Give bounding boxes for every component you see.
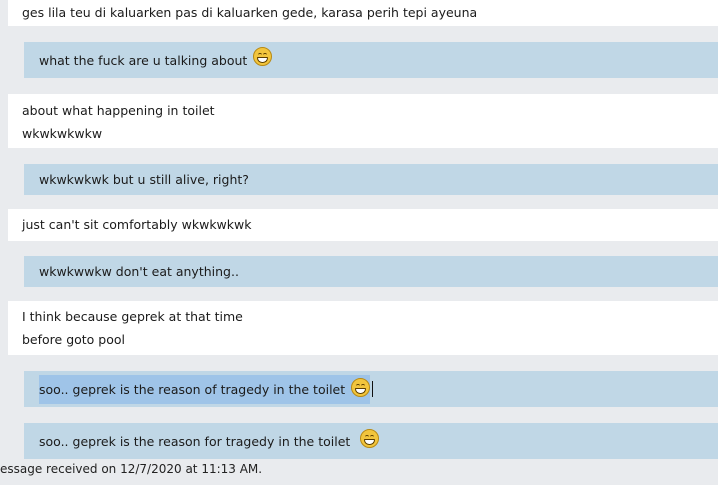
message-text: just can't sit comfortably wkwkwkwk (22, 217, 252, 232)
message-status: essage received on 12/7/2020 at 11:13 AM… (0, 462, 263, 476)
selected-text[interactable]: soo.. geprek is the reason of tragedy in… (39, 374, 371, 404)
message-text: ges lila teu di kaluarken pas di kaluark… (22, 5, 478, 20)
grin-emoji-icon (360, 428, 380, 448)
message-text: soo.. geprek is the reason for tragedy i… (39, 433, 351, 449)
message-line: before goto pool (22, 332, 126, 347)
message-text: wkwkwkwk but u still alive, right? (39, 172, 249, 187)
incoming-message[interactable]: I think because geprek at that time befo… (8, 301, 718, 355)
outgoing-message[interactable]: what the fuck are u talking about (24, 42, 718, 78)
grin-emoji-icon (253, 46, 273, 66)
outgoing-message[interactable]: wkwkwkwk but u still alive, right? (24, 164, 718, 195)
outgoing-message[interactable]: wkwkwwkw don't eat anything.. (24, 256, 718, 287)
incoming-message[interactable]: ges lila teu di kaluarken pas di kaluark… (8, 0, 718, 26)
text-caret (372, 381, 374, 397)
incoming-message[interactable]: about what happening in toilet wkwkwkwkw (8, 94, 718, 148)
outgoing-message[interactable]: soo.. geprek is the reason for tragedy i… (24, 423, 718, 459)
incoming-message[interactable]: just can't sit comfortably wkwkwkwk (8, 209, 718, 241)
message-line: wkwkwkwkw (22, 126, 103, 141)
grin-emoji-icon (351, 377, 371, 397)
message-text: wkwkwwkw don't eat anything.. (39, 264, 239, 279)
editing-message[interactable]: soo.. geprek is the reason of tragedy in… (24, 371, 718, 407)
chat-conversation: ges lila teu di kaluarken pas di kaluark… (0, 0, 718, 485)
message-text: what the fuck are u talking about (39, 52, 248, 68)
message-text: soo.. geprek is the reason of tragedy in… (39, 381, 346, 397)
message-line: I think because geprek at that time (22, 309, 243, 324)
message-line: about what happening in toilet (22, 103, 215, 118)
